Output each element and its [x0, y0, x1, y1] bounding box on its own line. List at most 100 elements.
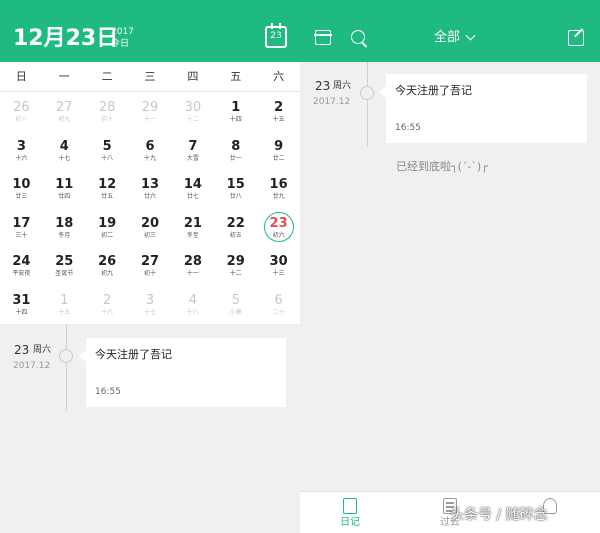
- day-number: 4: [188, 292, 197, 308]
- lunar-date: 三十: [15, 231, 28, 239]
- calendar-day[interactable]: 1 十四: [214, 92, 257, 131]
- day-number: 27: [56, 100, 73, 115]
- edit-icon[interactable]: [568, 30, 584, 46]
- day-number: 28: [98, 100, 116, 115]
- calendar-day[interactable]: 18 冬月: [43, 208, 86, 247]
- chevron-down-icon[interactable]: [465, 30, 476, 41]
- calendar-day[interactable]: 29 十二: [214, 246, 257, 285]
- search-icon[interactable]: [351, 30, 365, 44]
- day-number: 25: [55, 254, 74, 269]
- calendar-day[interactable]: 17 三十: [0, 208, 43, 247]
- calendar-week: 31 十四 1 十五 2 十六 3 十七 4 十八 5 小寒 6 二十: [0, 285, 300, 324]
- calendar-day[interactable]: 6 十九: [129, 131, 172, 170]
- weekday-label: 六: [273, 70, 285, 83]
- day-number: 26: [13, 100, 30, 115]
- calendar-day[interactable]: 2 十六: [86, 285, 129, 324]
- day-number: 22: [226, 215, 245, 231]
- calendar-day[interactable]: 19 初二: [86, 208, 129, 247]
- day-number: 23: [269, 215, 288, 231]
- calendar-day[interactable]: 13 廿六: [129, 169, 172, 208]
- selected-date: 12月23日: [13, 26, 119, 51]
- calendar-day[interactable]: 16 廿九: [257, 169, 300, 208]
- nav-tab-diary[interactable]: 日记: [300, 492, 400, 533]
- day-number: 29: [141, 100, 159, 115]
- calendar-grid: 26 初八 27 初九 28 初十 29 十一 30 十二 1 十四 2 十五 3 十六 4 十七 5 十八 6 十九 7 大…: [0, 92, 300, 323]
- diary-entry-card[interactable]: 今天注册了吾记 16:55: [79, 338, 286, 407]
- day-number: 3: [16, 138, 26, 154]
- calendar-day[interactable]: 29 十一: [129, 92, 172, 131]
- today-button[interactable]: 23: [265, 23, 287, 48]
- calendar-day[interactable]: 27 初十: [129, 246, 172, 285]
- day-number: 1: [60, 292, 69, 308]
- diary-pane: 全部 23 周六 2017.12 今天注册了吾记 16:55 已经到底啦┐(´-…: [300, 0, 600, 533]
- lunar-date: 十八: [186, 308, 199, 316]
- calendar-day[interactable]: 31 十四: [0, 285, 43, 324]
- card-pointer: [79, 350, 86, 362]
- calendar-day[interactable]: 20 初三: [129, 208, 172, 247]
- lunar-date: 廿一: [229, 154, 242, 162]
- calendar-day[interactable]: 30 十三: [257, 246, 300, 285]
- calendar-day[interactable]: 4 十八: [171, 285, 214, 324]
- filter-dropdown[interactable]: 全部: [434, 29, 460, 47]
- lunar-date: 初九: [58, 116, 71, 123]
- calendar-day[interactable]: 5 十八: [86, 131, 129, 170]
- calendar-day[interactable]: 28 十一: [171, 246, 214, 285]
- calendar-day[interactable]: 2 十五: [257, 92, 300, 131]
- day-number: 11: [55, 177, 74, 192]
- day-number: 10: [12, 177, 31, 192]
- calendar-icon[interactable]: [314, 30, 332, 45]
- lunar-date: 十一: [186, 270, 199, 277]
- day-number: 16: [269, 177, 288, 192]
- calendar-day[interactable]: 7 大雪: [171, 131, 214, 170]
- day-number: 15: [226, 177, 245, 192]
- lunar-date: 十六: [101, 308, 114, 316]
- diary-entry-card[interactable]: 今天注册了吾记 16:55: [379, 74, 587, 143]
- entry-year-month: 2017.12: [13, 361, 51, 371]
- day-number: 17: [12, 215, 31, 231]
- lunar-date: 十七: [144, 308, 157, 316]
- calendar-day[interactable]: 3 十七: [129, 285, 172, 324]
- calendar-day[interactable]: 22 初五: [214, 208, 257, 247]
- calendar-day[interactable]: 9 廿二: [257, 131, 300, 170]
- day-number: 26: [98, 254, 117, 269]
- day-number: 18: [55, 215, 74, 231]
- lunar-date: 廿二: [272, 154, 285, 162]
- calendar-day[interactable]: 11 廿四: [43, 169, 86, 208]
- selected-year: 2017: [111, 27, 134, 37]
- day-number: 30: [184, 100, 202, 115]
- calendar-day[interactable]: 3 十六: [0, 131, 43, 170]
- calendar-day[interactable]: 10 廿三: [0, 169, 43, 208]
- calendar-day[interactable]: 15 廿八: [214, 169, 257, 208]
- calendar-day-selected[interactable]: 23 初六: [257, 208, 300, 247]
- lunar-date: 平安夜: [12, 270, 31, 277]
- calendar-day[interactable]: 26 初八: [0, 92, 43, 131]
- calendar-day[interactable]: 14 廿七: [171, 169, 214, 208]
- calendar-day[interactable]: 26 初九: [86, 246, 129, 285]
- calendar-day[interactable]: 25 圣诞节: [43, 246, 86, 285]
- lunar-date: 廿八: [229, 193, 242, 200]
- lunar-date: 十二: [186, 116, 199, 123]
- timeline-line: [66, 324, 67, 410]
- calendar-day[interactable]: 4 十七: [43, 131, 86, 170]
- calendar-day[interactable]: 21 冬至: [171, 208, 214, 247]
- lunar-date: 大雪: [186, 154, 199, 162]
- day-number: 24: [12, 254, 31, 269]
- lunar-date: 十四: [229, 116, 242, 123]
- day-number: 6: [145, 138, 155, 154]
- weekday-label: 四: [187, 70, 199, 83]
- calendar-header: 12月23日 2017 今日 23: [0, 0, 300, 62]
- calendar-day[interactable]: 1 十五: [43, 285, 86, 324]
- lunar-date: 十一: [144, 116, 157, 123]
- calendar-day[interactable]: 28 初十: [86, 92, 129, 131]
- weekday-label: 日: [15, 70, 27, 83]
- lunar-date: 十九: [144, 154, 157, 162]
- diary-icon: [343, 498, 357, 514]
- calendar-day[interactable]: 12 廿五: [86, 169, 129, 208]
- calendar-day[interactable]: 5 小寒: [214, 285, 257, 324]
- calendar-day[interactable]: 6 二十: [257, 285, 300, 324]
- calendar-day[interactable]: 27 初九: [43, 92, 86, 131]
- calendar-day[interactable]: 30 十二: [171, 92, 214, 131]
- calendar-day[interactable]: 24 平安夜: [0, 246, 43, 285]
- lunar-date: 初五: [229, 231, 242, 239]
- calendar-day[interactable]: 8 廿一: [214, 131, 257, 170]
